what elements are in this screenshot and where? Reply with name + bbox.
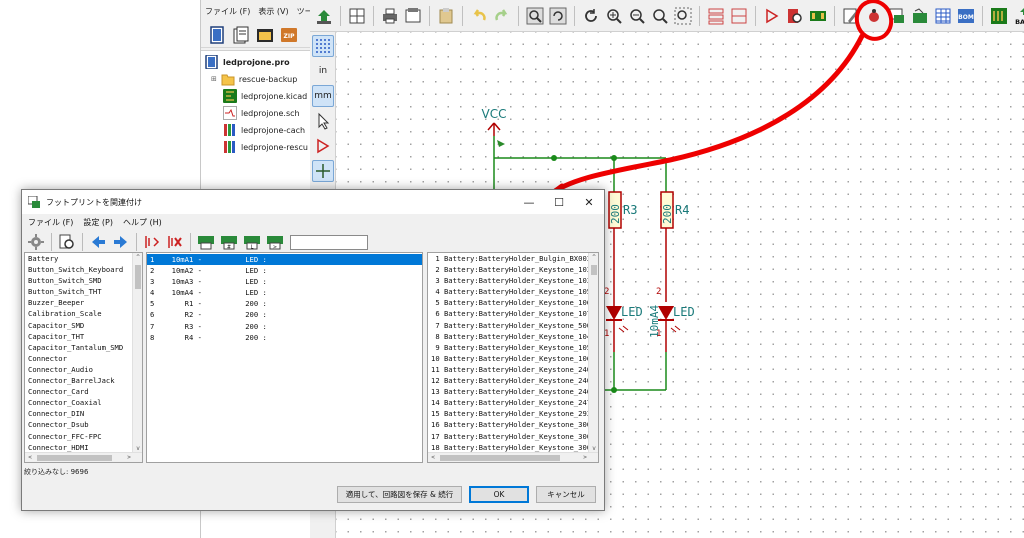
footprint-list-item[interactable]: 15 Battery:BatteryHolder_Keystone_293	[428, 408, 598, 419]
svg-text:>: >	[273, 245, 277, 251]
footprint-list: 1 Battery:BatteryHolder_Bulgin_BX0036 2 …	[427, 252, 599, 463]
scroll-thumb[interactable]	[440, 455, 560, 461]
toolbar-separator	[136, 233, 137, 251]
footprint-list-item[interactable]: 2 Battery:BatteryHolder_Keystone_103	[428, 264, 598, 275]
component-list-item[interactable]: 1 10mA1 - LED :	[147, 254, 422, 266]
footprint-list-item[interactable]: 13 Battery:BatteryHolder_Keystone_246	[428, 386, 598, 397]
footprint-vscrollbar[interactable]: ^ v	[588, 253, 598, 454]
footprint-list-item[interactable]: 4 Battery:BatteryHolder_Keystone_105	[428, 286, 598, 297]
footprint-list-item[interactable]: 12 Battery:BatteryHolder_Keystone_240	[428, 375, 598, 386]
menu-file[interactable]: ファイル (F)	[28, 217, 73, 228]
footprint-list-item[interactable]: 10 Battery:BatteryHolder_Keystone_106	[428, 353, 598, 364]
arrow-left-icon[interactable]	[88, 232, 108, 252]
component-list-item[interactable]: 2 10mA2 - LED :	[147, 265, 422, 276]
maximize-button[interactable]: ☐	[544, 190, 574, 214]
footprint-list-item[interactable]: 17 Battery:BatteryHolder_Keystone_300	[428, 431, 598, 442]
footprint-list-item[interactable]: 16 Battery:BatteryHolder_Keystone_300	[428, 419, 598, 430]
library-list-item[interactable]: Buzzer_Beeper	[25, 297, 142, 308]
component-list-item[interactable]: 8 R4 - 200 :	[147, 332, 422, 343]
library-list-item[interactable]: Capacitor_Tantalum_SMD	[25, 342, 142, 353]
auto-associate-icon[interactable]	[142, 232, 162, 252]
filter-search-input[interactable]	[290, 234, 368, 250]
library-list-item[interactable]: Capacitor_SMD	[25, 320, 142, 331]
component-list: 1 10mA1 - LED :2 10mA2 - LED :3 10mA3 - …	[146, 252, 423, 463]
gear-icon[interactable]	[26, 232, 46, 252]
library-list-item[interactable]: Button_Switch_THT	[25, 286, 142, 297]
library-list-item[interactable]: Capacitor_THT	[25, 331, 142, 342]
footprint-list-item[interactable]: 7 Battery:BatteryHolder_Keystone_500	[428, 320, 598, 331]
svg-text:#: #	[227, 245, 231, 251]
scroll-up-icon[interactable]: ^	[133, 253, 142, 263]
toolbar-separator	[190, 233, 191, 251]
component-list-item[interactable]: 5 R1 - 200 :	[147, 298, 422, 309]
footprint-hscrollbar[interactable]: < >	[428, 452, 598, 462]
library-list-item[interactable]: Calibration_Scale	[25, 308, 142, 319]
dialog-title: フットプリントを関連付け	[46, 197, 142, 207]
library-hscrollbar[interactable]: < >	[25, 452, 142, 462]
cvpcb-app-icon	[28, 196, 40, 208]
library-list-item[interactable]: Connector_Audio	[25, 364, 142, 375]
library-list-item[interactable]: Connector_Card	[25, 386, 142, 397]
library-list-item[interactable]: Connector_FFC-FPC	[25, 431, 142, 442]
status-filter-count: 絞り込みなし: 9696	[24, 468, 89, 476]
menu-preferences[interactable]: 設定 (P)	[83, 217, 113, 228]
footprint-list-item[interactable]: 14 Battery:BatteryHolder_Keystone_247	[428, 397, 598, 408]
svg-text:L: L	[251, 245, 254, 251]
apply-save-continue-button[interactable]: 適用して、回路図を保存 & 続行	[337, 486, 462, 503]
view-footprint-icon[interactable]	[57, 232, 77, 252]
window-controls: — ☐ ✕	[514, 190, 604, 214]
component-list-item[interactable]: 4 10mA4 - LED :	[147, 287, 422, 298]
scroll-thumb[interactable]	[37, 455, 112, 461]
component-list-item[interactable]: 3 10mA3 - LED :	[147, 276, 422, 287]
library-list-item[interactable]: Connector_Dsub	[25, 419, 142, 430]
toolbar-separator	[51, 233, 52, 251]
arrow-annotation	[545, 33, 865, 199]
footprint-list-item[interactable]: 6 Battery:BatteryHolder_Keystone_107	[428, 308, 598, 319]
footprint-list-item[interactable]: 8 Battery:BatteryHolder_Keystone_104	[428, 331, 598, 342]
scroll-up-icon[interactable]: ^	[589, 253, 598, 263]
scroll-left-icon[interactable]: <	[25, 453, 35, 462]
menu-help[interactable]: ヘルプ (H)	[123, 217, 162, 228]
library-list-item[interactable]: Button_Switch_Keyboard	[25, 264, 142, 275]
scroll-right-icon[interactable]: >	[124, 453, 134, 462]
library-rows: Battery Button_Switch_Keyboard Button_Swit…	[25, 253, 142, 453]
scroll-left-icon[interactable]: <	[428, 453, 438, 462]
filter-by-pin-count-icon[interactable]: #	[219, 232, 239, 252]
filter-by-library-icon[interactable]: L	[242, 232, 262, 252]
library-list-item[interactable]: Connector_BarrelJack	[25, 375, 142, 386]
library-list-item[interactable]: Battery	[25, 253, 142, 264]
library-list: Battery Button_Switch_Keyboard Button_Swit…	[24, 252, 143, 463]
component-rows: 1 10mA1 - LED :2 10mA2 - LED :3 10mA3 - …	[147, 253, 422, 343]
footprint-list-item[interactable]: 3 Battery:BatteryHolder_Keystone_103	[428, 275, 598, 286]
assign-footprints-dialog: フットプリントを関連付け — ☐ ✕ ファイル (F) 設定 (P) ヘルプ (…	[21, 189, 605, 511]
ok-button[interactable]: OK	[469, 486, 529, 503]
library-list-item[interactable]: Connector_Coaxial	[25, 397, 142, 408]
minimize-button[interactable]: —	[514, 190, 544, 214]
filter-by-keyword-icon[interactable]	[196, 232, 216, 252]
footprint-list-item[interactable]: 11 Battery:BatteryHolder_Keystone_240	[428, 364, 598, 375]
scroll-thumb[interactable]	[135, 265, 141, 289]
footprint-list-item[interactable]: 5 Battery:BatteryHolder_Keystone_106	[428, 297, 598, 308]
library-vscrollbar[interactable]: ^ v	[132, 253, 142, 454]
close-button[interactable]: ✕	[574, 190, 604, 214]
footprint-list-item[interactable]: 1 Battery:BatteryHolder_Bulgin_BX0036	[428, 253, 598, 264]
dialog-titlebar[interactable]: フットプリントを関連付け — ☐ ✕	[22, 190, 604, 214]
library-list-item[interactable]: Button_Switch_SMD	[25, 275, 142, 286]
library-list-item[interactable]: Connector	[25, 353, 142, 364]
library-list-item[interactable]: Connector_DIN	[25, 408, 142, 419]
component-list-item[interactable]: 6 R2 - 200 :	[147, 309, 422, 320]
filter-by-text-icon[interactable]: >	[265, 232, 285, 252]
cancel-button[interactable]: キャンセル	[536, 486, 596, 503]
scroll-right-icon[interactable]: >	[580, 453, 590, 462]
dialog-menubar: ファイル (F) 設定 (P) ヘルプ (H)	[22, 214, 604, 230]
footprint-list-item[interactable]: 9 Battery:BatteryHolder_Keystone_105	[428, 342, 598, 353]
arrow-right-icon[interactable]	[111, 232, 131, 252]
dialog-toolbar: # L >	[22, 230, 604, 254]
footprint-rows: 1 Battery:BatteryHolder_Bulgin_BX0036 2 …	[428, 253, 598, 453]
scroll-thumb[interactable]	[591, 265, 597, 275]
component-list-item[interactable]: 7 R3 - 200 :	[147, 321, 422, 332]
delete-associations-icon[interactable]	[165, 232, 185, 252]
toolbar-separator	[82, 233, 83, 251]
